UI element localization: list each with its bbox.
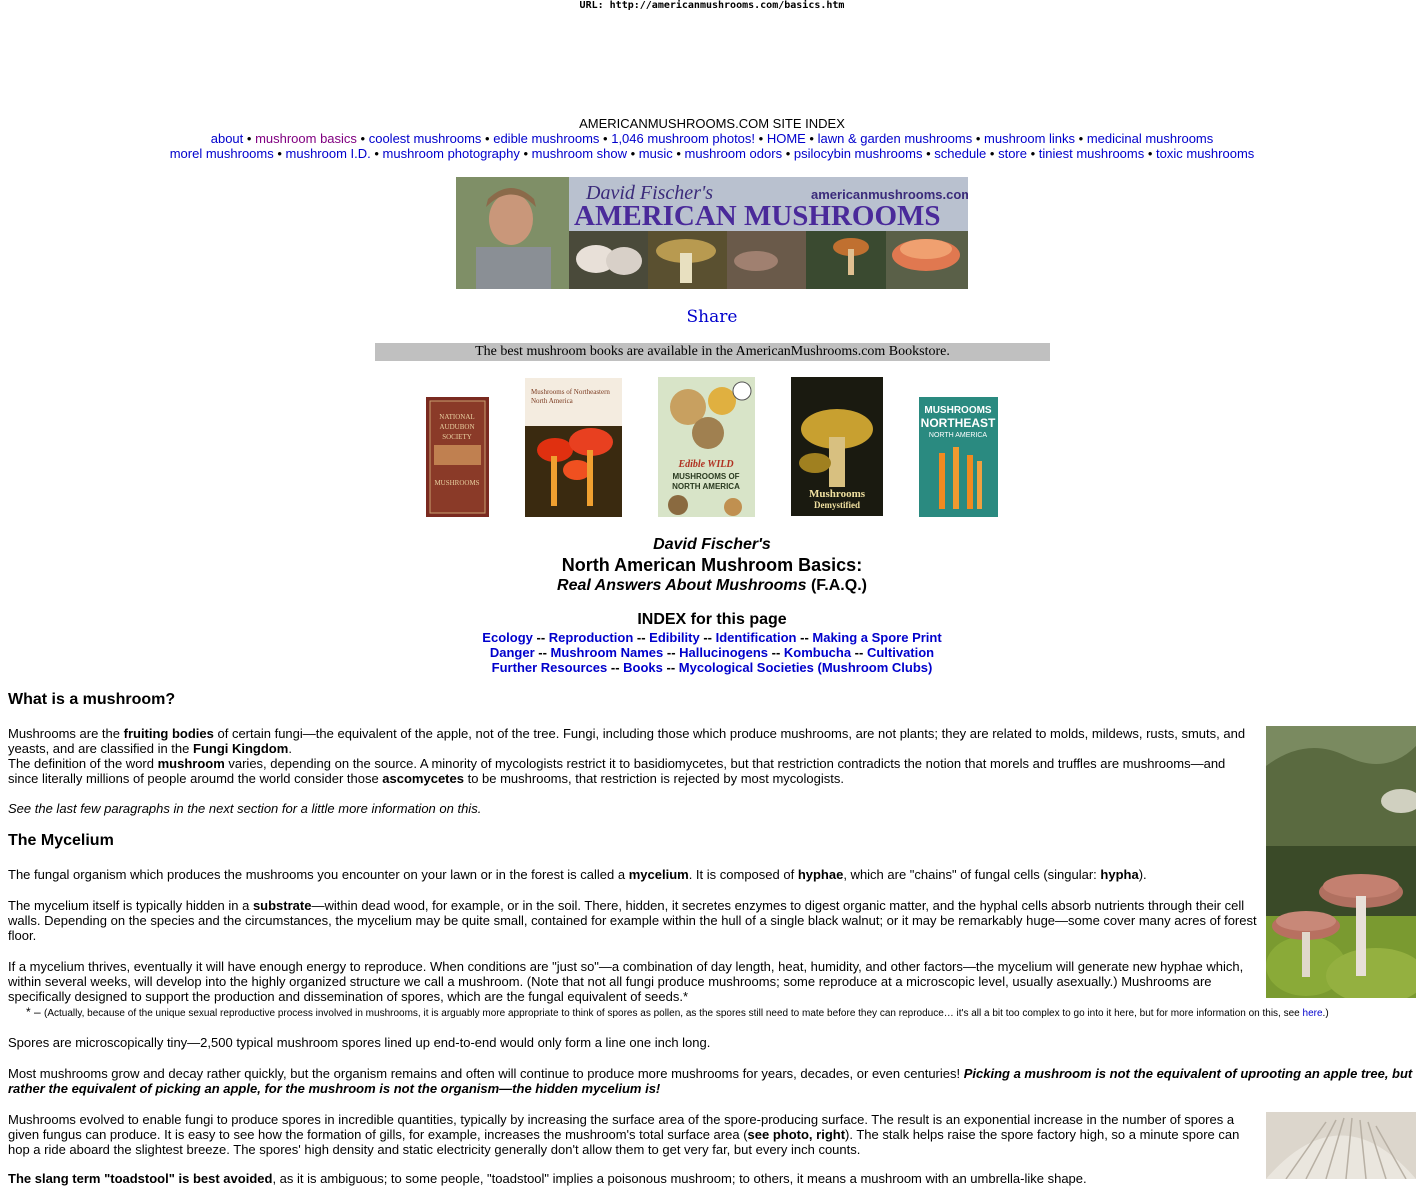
subtitle-rest: (F.A.Q.) [806, 577, 867, 594]
idx-ecology[interactable]: Ecology [482, 630, 533, 645]
footnote: * – (Actually, because of the unique sex… [26, 1005, 1329, 1019]
gills-photo [1266, 1112, 1416, 1179]
nav-odors[interactable]: mushroom odors [685, 146, 783, 161]
page-index-line-2: Danger -- Mushroom Names -- Hallucinogen… [489, 645, 935, 660]
book-northeastern[interactable]: Mushrooms of Northeastern North America [525, 378, 622, 517]
svg-text:Edible WILD: Edible WILD [677, 459, 733, 470]
paragraph-definition-1: Mushrooms are the fruiting bodies of cer… [8, 726, 1246, 786]
svg-text:North America: North America [531, 397, 574, 405]
nav-lawn-garden[interactable]: lawn & garden mushrooms [818, 131, 973, 146]
page-title: North American Mushroom Basics: [561, 555, 863, 575]
page-subtitle: Real Answers About Mushrooms (F.A.Q.) [0, 576, 1424, 596]
nav-mushroom-id[interactable]: mushroom I.D. [286, 146, 371, 161]
section-mycelium: The Mycelium [8, 832, 114, 849]
idx-cultivation[interactable]: Cultivation [867, 645, 934, 660]
book-northeast[interactable]: MUSHROOMS NORTHEAST NORTH AMERICA [919, 397, 998, 517]
site-nav-row-2: morel mushrooms • mushroom I.D. • mushro… [169, 146, 1255, 161]
idx-reproduction[interactable]: Reproduction [549, 630, 634, 645]
page-index-line-1: Ecology -- Reproduction -- Edibility -- … [482, 630, 942, 645]
idx-societies[interactable]: Mycological Societies (Mushroom Clubs) [679, 660, 933, 675]
nav-tiniest[interactable]: tiniest mushrooms [1039, 146, 1144, 161]
nav-coolest[interactable]: coolest mushrooms [369, 131, 482, 146]
footnote-here-link[interactable]: here [1303, 1008, 1323, 1019]
nav-about[interactable]: about [211, 131, 244, 146]
site-banner[interactable]: David Fischer's AMERICAN MUSHROOMS ameri… [456, 177, 968, 289]
page-index-line-3: Further Resources -- Books -- Mycologica… [491, 660, 933, 675]
nav-medicinal[interactable]: medicinal mushrooms [1087, 131, 1213, 146]
svg-text:NORTH AMERICA: NORTH AMERICA [929, 432, 988, 439]
nav-mushroom-basics[interactable]: mushroom basics [255, 131, 357, 146]
svg-text:Mushrooms: Mushrooms [809, 488, 866, 500]
paragraph-mycelium-3: If a mycelium thrives, eventually it wil… [8, 959, 1244, 1004]
nav-photography[interactable]: mushroom photography [383, 146, 520, 161]
idx-names[interactable]: Mushroom Names [551, 645, 664, 660]
idx-hallucinogens[interactable]: Hallucinogens [679, 645, 768, 660]
bookstore-bar[interactable]: The best mushroom books are available in… [375, 343, 1050, 361]
nav-links[interactable]: mushroom links [984, 131, 1075, 146]
url-label: URL: http://americanmushrooms.com/basics… [579, 0, 845, 11]
svg-text:Mushrooms of Northeastern: Mushrooms of Northeastern [531, 388, 610, 396]
nav-music[interactable]: music [639, 146, 673, 161]
svg-text:AUDUBON: AUDUBON [440, 423, 475, 431]
site-nav-row-1: about • mushroom basics • coolest mushro… [210, 131, 1214, 146]
svg-text:NATIONAL: NATIONAL [439, 413, 474, 421]
idx-resources[interactable]: Further Resources [492, 660, 608, 675]
nav-photos[interactable]: 1,046 mushroom photos! [611, 131, 755, 146]
nav-store[interactable]: store [998, 146, 1027, 161]
paragraph-spores: Spores are microscopically tiny—2,500 ty… [8, 1035, 711, 1050]
mushroom-photo-1 [1266, 726, 1416, 998]
svg-text:NORTHEAST: NORTHEAST [921, 416, 996, 430]
paragraph-evolution: Mushrooms evolved to enable fungi to pro… [8, 1112, 1240, 1157]
idx-kombucha[interactable]: Kombucha [784, 645, 851, 660]
idx-edibility[interactable]: Edibility [649, 630, 700, 645]
banner-big-title: AMERICAN MUSHROOMS [574, 200, 941, 232]
svg-text:MUSHROOMS: MUSHROOMS [924, 405, 992, 416]
idx-identification[interactable]: Identification [716, 630, 797, 645]
share-button[interactable]: Share [0, 307, 1424, 327]
idx-books[interactable]: Books [623, 660, 663, 675]
idx-spore-print[interactable]: Making a Spore Print [812, 630, 941, 645]
page-index-title: INDEX for this page [637, 611, 787, 628]
svg-text:NORTH AMERICA: NORTH AMERICA [672, 482, 740, 491]
page-header: David Fischer's North American Mushroom … [0, 536, 1424, 596]
svg-text:Demystified: Demystified [814, 500, 860, 510]
banner-site: americanmushrooms.com [811, 187, 968, 202]
svg-text:SOCIETY: SOCIETY [442, 433, 472, 441]
nav-morel[interactable]: morel mushrooms [170, 146, 274, 161]
page-author: David Fischer's [653, 536, 771, 553]
paragraph-picking: Most mushrooms grow and decay rather qui… [8, 1066, 1413, 1096]
idx-danger[interactable]: Danger [490, 645, 535, 660]
site-index-title: AMERICANMUSHROOMS.COM SITE INDEX [579, 116, 845, 131]
nav-show[interactable]: mushroom show [532, 146, 627, 161]
book-audubon[interactable]: NATIONAL AUDUBON SOCIETY MUSHROOMS [426, 397, 489, 517]
nav-edible[interactable]: edible mushrooms [493, 131, 599, 146]
book-demystified[interactable]: Mushrooms Demystified [791, 377, 883, 516]
paragraph-mycelium-1: The fungal organism which produces the m… [8, 867, 1147, 882]
book-edible-wild[interactable]: Edible WILD MUSHROOMS OF NORTH AMERICA [658, 377, 755, 517]
nav-home[interactable]: HOME [767, 131, 806, 146]
paragraph-mycelium-2: The mycelium itself is typically hidden … [8, 898, 1257, 943]
nav-psilocybin[interactable]: psilocybin mushrooms [794, 146, 923, 161]
paragraph-see-also: See the last few paragraphs in the next … [8, 801, 482, 816]
section-what-is: What is a mushroom? [8, 691, 176, 708]
nav-schedule[interactable]: schedule [934, 146, 986, 161]
svg-text:MUSHROOMS OF: MUSHROOMS OF [672, 472, 739, 481]
subtitle-emphasis: Real Answers About Mushrooms [557, 577, 807, 594]
nav-toxic[interactable]: toxic mushrooms [1156, 146, 1254, 161]
book-audubon-sub: MUSHROOMS [434, 479, 479, 487]
